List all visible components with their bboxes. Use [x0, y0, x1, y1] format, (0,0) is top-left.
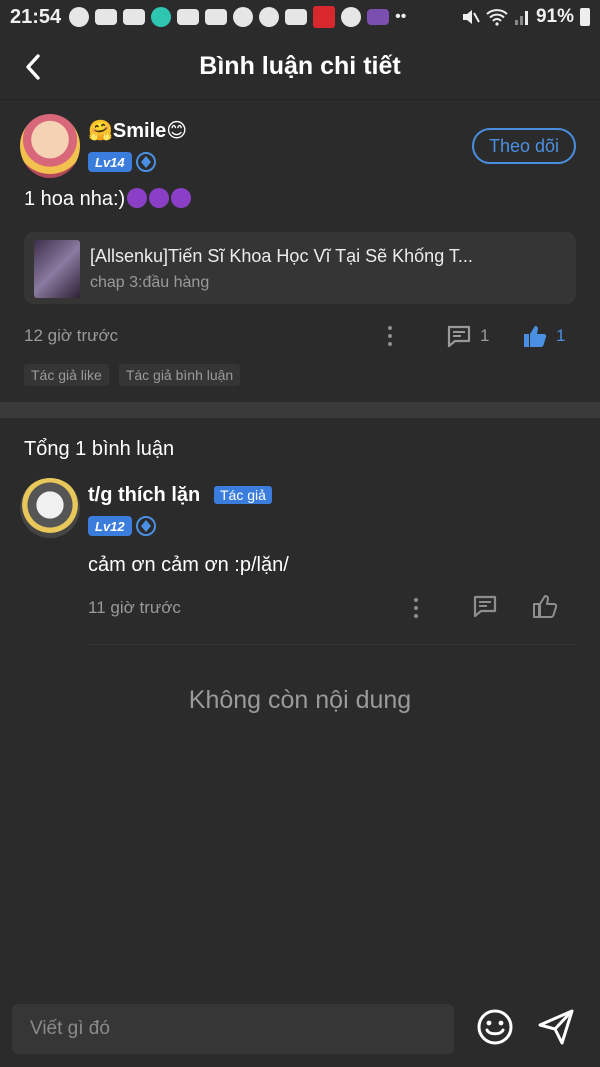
emoji-button[interactable] — [476, 1008, 514, 1046]
more-notifications-icon: •• — [395, 8, 407, 25]
more-options-button[interactable] — [382, 322, 398, 350]
end-of-content: Không còn nội dung — [188, 686, 412, 714]
capcut-icon — [285, 9, 308, 25]
comment-composer — [0, 994, 600, 1067]
more-options-button[interactable] — [408, 594, 424, 622]
devil-emoji-icon — [171, 188, 192, 208]
diamond-badge — [136, 516, 156, 536]
chevron-left-icon — [26, 54, 40, 80]
status-time: 21:54 — [10, 5, 62, 28]
mangatoon-icon — [313, 6, 336, 28]
system-status: 91% — [460, 6, 590, 28]
page-header: Bình luận chi tiết — [0, 34, 600, 100]
avatar[interactable] — [20, 114, 80, 178]
reply-username[interactable]: t/g thích lặn — [88, 484, 200, 507]
comment-input[interactable] — [12, 1004, 454, 1054]
comment-icon — [447, 325, 471, 348]
more-dot — [414, 614, 418, 618]
back-button[interactable] — [18, 50, 48, 84]
battery-icon — [580, 8, 590, 26]
tag-list: Tác giả like Tác giả bình luận — [24, 364, 241, 386]
more-dot — [414, 598, 418, 602]
divider — [88, 644, 576, 645]
more-dot — [414, 606, 418, 610]
reply-meta: 11 giờ trước — [88, 594, 576, 622]
status-bar: 21:54 •• 91% — [0, 0, 600, 34]
page-title: Bình luận chi tiết — [199, 52, 401, 80]
capcut-icon — [95, 9, 118, 25]
more-dot — [388, 326, 392, 330]
comment-meta: 12 giờ trước 1 1 — [24, 322, 576, 350]
devil-emoji-icon — [149, 188, 170, 208]
author-badge: Tác giả — [214, 486, 272, 504]
level-badge: Lv14 — [88, 152, 132, 172]
tag-author-liked: Tác giả like — [24, 364, 109, 386]
more-dot — [388, 334, 392, 338]
avatar[interactable] — [20, 478, 80, 538]
devil-emoji-icon — [127, 188, 148, 208]
signal-icon — [514, 11, 528, 25]
facebook-icon — [259, 7, 280, 27]
story-thumbnail — [34, 240, 80, 298]
battery-percent: 91% — [535, 6, 574, 27]
like-button[interactable] — [532, 594, 558, 623]
send-button[interactable] — [536, 1008, 576, 1046]
story-chapter: chap 3:đầu hàng — [90, 274, 210, 291]
youtube-icon — [205, 9, 228, 25]
reply-time: 11 giờ trước — [88, 598, 181, 617]
follow-button[interactable]: Theo dõi — [472, 128, 576, 164]
diamond-icon — [141, 520, 151, 532]
facebook-icon — [69, 7, 90, 27]
main-comment: 🤗Smile😊 Lv14 Theo dõi 1 hoa nha:) [Allse… — [0, 100, 600, 402]
diamond-icon — [141, 156, 151, 168]
comment-text: 1 hoa nha:) — [24, 188, 126, 210]
tag-author-commented: Tác giả bình luận — [118, 364, 241, 386]
reply-count: 1 — [480, 326, 490, 345]
youtube-icon — [177, 9, 200, 25]
level-badge: Lv12 — [88, 516, 132, 536]
messenger-icon — [341, 7, 362, 27]
like-count: 1 — [556, 326, 566, 345]
story-card[interactable]: [Allsenku]Tiến Sĩ Khoa Học Vĩ Tại Sẽ Khố… — [24, 232, 576, 304]
capcut-icon — [123, 9, 146, 25]
perplexity-icon — [151, 7, 172, 27]
mute-icon — [462, 10, 480, 24]
reply-button[interactable]: 1 — [446, 322, 489, 350]
comment-body: 1 hoa nha:) — [24, 188, 192, 211]
like-button[interactable]: 1 — [522, 322, 565, 350]
comment-icon — [473, 595, 497, 618]
notification-icons: •• — [69, 6, 406, 28]
diamond-badge — [136, 152, 156, 172]
reply-button[interactable] — [472, 594, 498, 623]
smiley-icon — [477, 1009, 513, 1045]
send-icon — [538, 1009, 574, 1045]
thumbs-up-icon — [524, 326, 547, 347]
more-dot — [388, 342, 392, 346]
facebook-icon — [233, 7, 254, 27]
photo-icon — [367, 9, 390, 25]
comment-username[interactable]: 🤗Smile😊 — [88, 118, 187, 143]
comment-time: 12 giờ trước — [24, 326, 119, 345]
thumbs-up-outline-icon — [533, 595, 558, 618]
total-comments: Tổng 1 bình luận — [24, 438, 175, 460]
reply-text: cảm ơn cảm ơn :p/lặn/ — [88, 554, 289, 576]
section-divider — [0, 402, 600, 418]
wifi-icon — [486, 9, 508, 26]
story-title: [Allsenku]Tiến Sĩ Khoa Học Vĩ Tại Sẽ Khố… — [90, 246, 473, 266]
